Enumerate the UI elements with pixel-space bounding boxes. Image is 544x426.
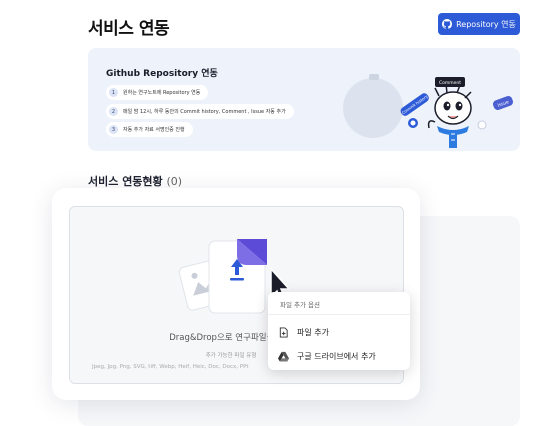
service-status-count: (0) bbox=[166, 175, 183, 188]
banner-step: 2 매일 밤 12시, 하루 동안의 Commit history, Comme… bbox=[106, 104, 294, 119]
banner-step: 1 원하는 연구노트에 Repository 연동 bbox=[106, 85, 209, 100]
service-status-title: 서비스 연동현황 (0) bbox=[88, 173, 182, 189]
banner-title: Github Repository 연동 bbox=[106, 69, 218, 79]
file-add-icon bbox=[279, 326, 288, 338]
comment-tag: Comment bbox=[439, 80, 461, 86]
github-icon bbox=[442, 19, 453, 29]
menu-item-label: 파일 추가 bbox=[297, 327, 329, 337]
menu-heading: 파일 추가 옵션 bbox=[280, 301, 321, 309]
service-status-label: 서비스 연동현황 bbox=[88, 175, 163, 188]
banner-step: 3 자동 추가 자료 서명인증 진행 bbox=[106, 122, 193, 137]
step-number: 2 bbox=[109, 107, 118, 116]
commit-history-tag: Commit history bbox=[401, 93, 430, 115]
file-add-options-menu: 파일 추가 옵션 파일 추가 구글 드라이브에서 추가 bbox=[268, 292, 410, 370]
mascot-illustration: Comment Commit history Issue bbox=[343, 74, 513, 148]
repository-connect-button[interactable]: Repository 연동 bbox=[438, 13, 520, 35]
menu-item-file-add[interactable]: 파일 추가 bbox=[278, 324, 329, 340]
step-number: 1 bbox=[109, 88, 118, 97]
google-drive-icon bbox=[278, 351, 289, 362]
github-repository-banner: Github Repository 연동 1 원하는 연구노트에 Reposit… bbox=[88, 48, 520, 151]
step-text: 매일 밤 12시, 하루 동안의 Commit history, Comment… bbox=[123, 109, 286, 115]
menu-divider bbox=[268, 314, 410, 315]
repository-connect-label: Repository 연동 bbox=[456, 19, 516, 29]
menu-item-label: 구글 드라이브에서 추가 bbox=[297, 351, 376, 361]
step-number: 3 bbox=[109, 125, 118, 134]
step-text: 원하는 연구노트에 Repository 연동 bbox=[123, 90, 201, 96]
step-text: 자동 추가 자료 서명인증 진행 bbox=[123, 127, 185, 133]
page-title: 서비스 연동 bbox=[88, 19, 170, 39]
file-types-list: Jpeg, Jpg, Png, SVG, tiff, Webp, Heif, H… bbox=[92, 364, 249, 370]
menu-item-google-drive[interactable]: 구글 드라이브에서 추가 bbox=[278, 348, 376, 364]
